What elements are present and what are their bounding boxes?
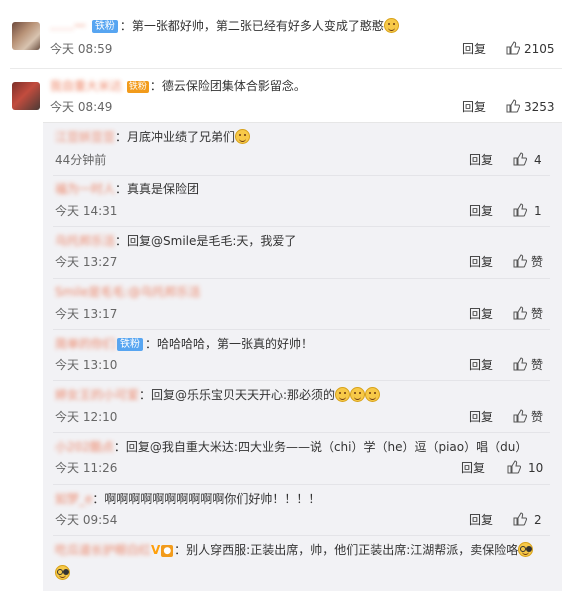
like-count: 2105 xyxy=(524,42,555,56)
reply-button[interactable]: 回复 xyxy=(469,307,493,321)
reply-text: ：啊啊啊啊啊啊啊啊啊啊你们好帅！！！！ xyxy=(92,492,321,506)
verified-v-icon: V xyxy=(151,543,161,557)
reply-username[interactable]: 简单的你们 xyxy=(55,337,115,351)
laugh-emoji-icon xyxy=(350,387,366,402)
reply-username[interactable]: 福为一时人 xyxy=(55,182,115,196)
reply-item: 江豆妖豆豆：月底冲业绩了兄弟们 xyxy=(55,129,251,145)
reply-button[interactable]: 回复 xyxy=(469,410,493,424)
comment-time: 今天 08:59 xyxy=(50,42,113,56)
thumb-up-icon[interactable] xyxy=(513,152,527,166)
divider xyxy=(53,432,550,433)
comment-username[interactable]: ……一 xyxy=(50,19,86,33)
fan-badge: 铁粉 xyxy=(117,338,144,351)
like-count: 2 xyxy=(534,513,542,527)
divider xyxy=(53,380,550,381)
like-label: 赞 xyxy=(531,255,544,269)
reply-text: ：回复@乐乐宝贝天天开心:那必须的 xyxy=(139,388,336,402)
comment-time: 今天 08:49 xyxy=(50,100,113,114)
reply-time: 今天 12:10 xyxy=(55,410,118,424)
reply-button[interactable]: 回复 xyxy=(469,153,493,167)
reply-username[interactable]: 吃瓜道长护眼白红 xyxy=(55,543,151,557)
reply-username[interactable]: 婷女王的小可爱 xyxy=(55,388,139,402)
reply-list: 江豆妖豆豆：月底冲业绩了兄弟们 44分钟前 回复 4 福为一时人：真真是保险团 … xyxy=(43,122,562,591)
reply-button[interactable]: 回复 xyxy=(462,100,486,114)
reply-time: 今天 13:27 xyxy=(55,255,118,269)
reply-item: Smile是毛毛:@乌托邦乐活 xyxy=(55,284,200,300)
reply-username[interactable]: Smile是毛毛:@乌托邦乐活 xyxy=(55,285,200,299)
reply-text: ：月底冲业绩了兄弟们 xyxy=(115,130,236,144)
thumb-up-icon[interactable] xyxy=(513,409,527,423)
thumb-up-icon[interactable] xyxy=(513,254,527,268)
thumb-up-icon[interactable] xyxy=(513,512,527,526)
reply-item: 福为一时人：真真是保险团 xyxy=(55,181,199,197)
thumb-up-icon[interactable] xyxy=(507,460,521,474)
reply-button[interactable]: 回复 xyxy=(469,358,493,372)
divider xyxy=(53,278,550,279)
reply-button[interactable]: 回复 xyxy=(469,513,493,527)
reply-time: 今天 13:10 xyxy=(55,358,118,372)
divider xyxy=(53,226,550,227)
reply-item: 小202酷点：回复@我自重大米达:四大业务——说（chi）学（he）逗（piao… xyxy=(55,439,527,455)
reply-time: 44分钟前 xyxy=(55,153,107,167)
fan-badge: 铁粉 xyxy=(126,81,149,93)
laugh-emoji-icon xyxy=(365,387,381,402)
like-count: 4 xyxy=(534,153,542,167)
like-label: 赞 xyxy=(531,307,544,321)
reply-item: 如梦_e：啊啊啊啊啊啊啊啊啊啊你们好帅！！！！ xyxy=(55,491,320,507)
reply-text: ：回复@Smile是毛毛:天，我爱了 xyxy=(115,234,297,248)
reply-button[interactable]: 回复 xyxy=(469,204,493,218)
like-label: 赞 xyxy=(531,410,544,424)
reply-text: ：回复@我自重大米达:四大业务——说（chi）学（he）逗（piao）唱（du） xyxy=(113,440,528,454)
reply-username[interactable]: 如梦_e xyxy=(55,492,92,506)
reply-time: 今天 11:26 xyxy=(55,461,118,475)
like-count: 1 xyxy=(534,204,542,218)
fan-badge: 铁粉 xyxy=(91,20,118,33)
comment-item: ……一 铁粉 ：第一张都好帅，第二张已经有好多人变成了憨憨 今天 08:59 回复… xyxy=(10,0,562,69)
reply-item: 婷女王的小可爱：回复@乐乐宝贝天天开心:那必须的 xyxy=(55,387,381,403)
thumb-up-icon[interactable] xyxy=(513,306,527,320)
like-label: 赞 xyxy=(531,358,544,372)
reply-username[interactable]: 小202酷点 xyxy=(55,440,114,454)
avatar[interactable] xyxy=(12,82,40,110)
reply-time: 今天 09:54 xyxy=(55,513,118,527)
laugh-emoji-icon xyxy=(383,18,399,33)
thumb-up-icon[interactable] xyxy=(506,99,520,113)
avatar[interactable] xyxy=(12,22,40,50)
glasses-emoji-icon xyxy=(55,565,70,580)
smile-emoji-icon xyxy=(235,129,251,144)
reply-username[interactable]: 江豆妖豆豆 xyxy=(55,130,115,144)
comment-username[interactable]: 我自重大米达 xyxy=(50,79,122,93)
laugh-emoji-icon xyxy=(335,387,351,402)
reply-button[interactable]: 回复 xyxy=(469,255,493,269)
reply-username[interactable]: 乌托邦乐活 xyxy=(55,234,115,248)
comment-thread: ……一 铁粉 ：第一张都好帅，第二张已经有好多人变成了憨憨 今天 08:59 回复… xyxy=(10,0,562,591)
comment-text: ：德云保险团集体合影留念。 xyxy=(149,79,306,93)
reply-time: 今天 13:17 xyxy=(55,307,118,321)
thumb-up-icon[interactable] xyxy=(506,41,520,55)
thumb-up-icon[interactable] xyxy=(513,203,527,217)
reply-item: 吃瓜道长护眼白红V ● ：别人穿西服:正装出席，帅，他们正装出席:江湖帮派，卖保险咯 xyxy=(55,542,534,558)
comment-item: 我自重大米达 铁粉 ：德云保险团集体合影留念。 今天 08:49 回复 3253 xyxy=(10,70,562,122)
comment-text: ：第一张都好帅，第二张已经有好多人变成了憨憨 xyxy=(119,19,384,33)
divider xyxy=(53,535,550,536)
reply-item: 简单的你们 铁粉 ：哈哈哈哈，第一张真的好帅！ xyxy=(55,336,313,352)
divider xyxy=(53,484,550,485)
reply-text: ：别人穿西服:正装出席，帅，他们正装出席:江湖帮派，卖保险咯 xyxy=(174,543,519,557)
thumb-up-icon[interactable] xyxy=(513,357,527,371)
reply-item: 乌托邦乐活：回复@Smile是毛毛:天，我爱了 xyxy=(55,233,296,249)
fan-icon: ● xyxy=(161,545,174,557)
reply-button[interactable]: 回复 xyxy=(461,461,485,475)
divider xyxy=(53,175,550,176)
reply-button[interactable]: 回复 xyxy=(462,42,486,56)
like-count: 3253 xyxy=(524,100,555,114)
divider xyxy=(53,329,550,330)
like-count: 10 xyxy=(528,461,544,475)
reply-time: 今天 14:31 xyxy=(55,204,118,218)
reply-text: ：真真是保险团 xyxy=(115,182,200,196)
glasses-emoji-icon xyxy=(518,542,534,557)
reply-text: ：哈哈哈哈，第一张真的好帅！ xyxy=(145,337,314,351)
